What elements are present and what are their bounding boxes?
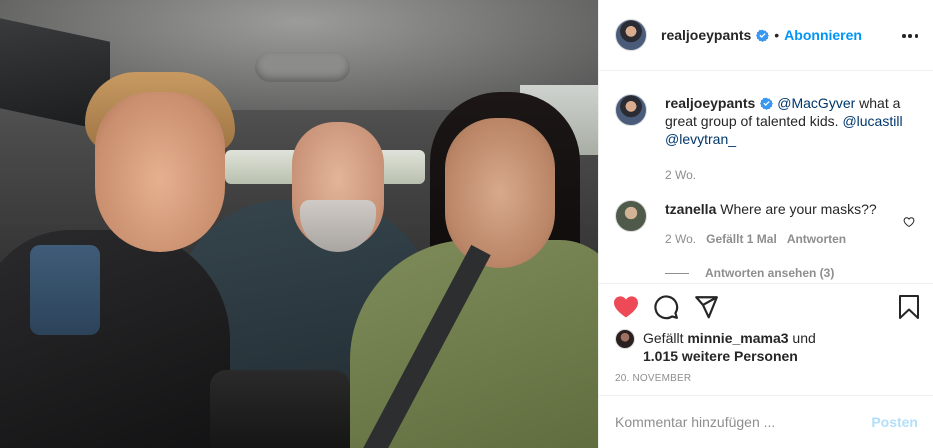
- post-button[interactable]: Posten: [871, 414, 918, 430]
- comment-icon[interactable]: [653, 294, 679, 320]
- person-right-head: [445, 118, 555, 268]
- others-likes-button[interactable]: 1.015 weitere Personen: [643, 348, 798, 364]
- avatar[interactable]: [615, 200, 647, 232]
- divider-line: [665, 272, 689, 274]
- separator-dot: •: [774, 27, 780, 43]
- share-icon[interactable]: [693, 294, 719, 320]
- view-replies-button[interactable]: Antworten ansehen (3): [665, 266, 834, 280]
- comment-time[interactable]: 2 Wo.: [665, 232, 696, 246]
- header-username[interactable]: realjoeypants: [661, 27, 751, 43]
- comment-username[interactable]: tzanella: [665, 201, 716, 217]
- likes-middle: und: [788, 330, 816, 346]
- avatar[interactable]: [615, 19, 647, 51]
- person-left-shirt: [30, 245, 100, 335]
- verified-icon: [756, 29, 770, 42]
- view-replies-label: Antworten ansehen (3): [705, 266, 835, 280]
- comment-likes[interactable]: Gefällt 1 Mal: [706, 232, 777, 246]
- mention-link[interactable]: @MacGyver: [777, 95, 855, 111]
- mention-link[interactable]: @lucastill: [842, 113, 902, 129]
- post-photo[interactable]: [0, 0, 598, 448]
- caption-body: realjoeypants @MacGyver what a great gro…: [665, 94, 915, 182]
- heart-icon[interactable]: [903, 216, 915, 228]
- avatar[interactable]: [615, 329, 635, 349]
- comment-item: tzanella Where are your masks?? 2 Wo. Gef…: [615, 200, 915, 246]
- more-options-icon[interactable]: [902, 26, 918, 46]
- likes-prefix: Gefällt: [643, 330, 688, 346]
- comment-input[interactable]: [615, 413, 872, 431]
- liker-username[interactable]: minnie_mama3: [687, 330, 788, 346]
- car-dome-light: [255, 52, 350, 82]
- comment-composer: Posten: [599, 395, 933, 448]
- reply-button[interactable]: Antworten: [787, 232, 846, 246]
- car-console: [210, 370, 350, 448]
- person-left-head: [95, 92, 225, 252]
- post-date[interactable]: 20. NOVEMBER: [615, 373, 691, 384]
- caption-username[interactable]: realjoeypants: [665, 95, 755, 111]
- comment-body: tzanella Where are your masks?? 2 Wo. Gef…: [665, 200, 915, 246]
- caption-time[interactable]: 2 Wo.: [665, 168, 696, 182]
- post-side-panel: realjoeypants • Abonnieren realjoeypants…: [598, 0, 933, 448]
- comments-list[interactable]: realjoeypants @MacGyver what a great gro…: [599, 72, 933, 282]
- bookmark-icon[interactable]: [897, 294, 921, 320]
- post-header: realjoeypants • Abonnieren: [599, 0, 933, 71]
- post-actions: Gefällt minnie_mama3 und 1.015 weitere P…: [599, 283, 933, 395]
- mention-link[interactable]: @levytran_: [665, 131, 736, 147]
- caption: realjoeypants @MacGyver what a great gro…: [615, 94, 915, 182]
- likes-summary: Gefällt minnie_mama3 und 1.015 weitere P…: [615, 329, 915, 365]
- verified-icon: [760, 97, 774, 110]
- avatar[interactable]: [615, 94, 647, 126]
- follow-button[interactable]: Abonnieren: [784, 27, 862, 43]
- heart-icon[interactable]: [613, 294, 639, 320]
- action-icons: [613, 294, 921, 322]
- comment-text: Where are your masks??: [720, 201, 877, 217]
